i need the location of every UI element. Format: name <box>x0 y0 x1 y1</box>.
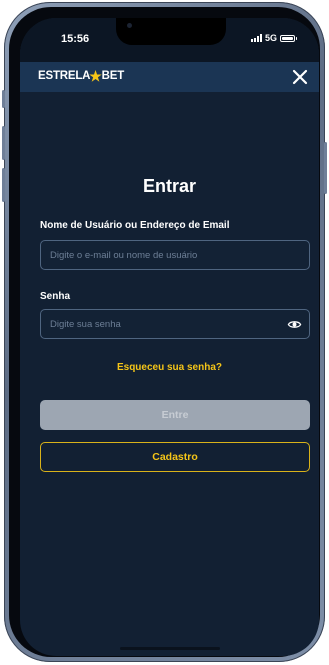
power-button <box>324 142 327 194</box>
logo-text-bet: BET <box>101 70 125 82</box>
username-placeholder: Digite o e-mail ou nome de usuário <box>50 249 198 261</box>
network-type: 5G <box>264 33 277 43</box>
username-label: Nome de Usuário ou Endereço de Email <box>40 220 230 231</box>
password-placeholder: Digite sua senha <box>50 318 121 330</box>
logo-star-icon: ★ <box>89 68 102 84</box>
camera-dot <box>127 23 132 28</box>
battery-icon <box>280 34 297 42</box>
status-indicators: 5G <box>250 33 297 43</box>
phone-bezel: 15:56 5G ESTRELA ★ BET Entrar Nome de Us… <box>9 7 320 657</box>
status-time: 15:56 <box>61 33 90 45</box>
status-bar: 15:56 5G <box>20 18 319 62</box>
volume-up-button <box>2 126 5 160</box>
mute-switch <box>2 90 5 108</box>
close-icon <box>292 69 308 85</box>
estrelabet-logo[interactable]: ESTRELA ★ BET <box>38 69 124 83</box>
username-input[interactable]: Digite o e-mail ou nome de usuário <box>40 240 310 270</box>
home-indicator <box>120 647 220 650</box>
login-button[interactable]: Entre <box>40 400 310 430</box>
close-button[interactable] <box>289 66 311 88</box>
password-label: Senha <box>40 291 71 302</box>
signal-icon <box>250 34 262 42</box>
register-button[interactable]: Cadastro <box>40 442 310 472</box>
logo-text-estrela: ESTRELA <box>38 70 91 82</box>
app-header: ESTRELA ★ BET <box>20 62 319 92</box>
phone-frame: 15:56 5G ESTRELA ★ BET Entrar Nome de Us… <box>2 2 327 662</box>
notch <box>116 18 226 45</box>
screen: 15:56 5G ESTRELA ★ BET Entrar Nome de Us… <box>20 18 319 656</box>
page-title: Entrar <box>142 176 196 196</box>
show-password-button[interactable] <box>287 317 302 332</box>
password-input[interactable]: Digite sua senha <box>40 309 310 339</box>
eye-icon <box>287 321 302 328</box>
forgot-password-link[interactable]: Esqueceu sua senha? <box>20 362 319 373</box>
volume-down-button <box>2 168 5 202</box>
